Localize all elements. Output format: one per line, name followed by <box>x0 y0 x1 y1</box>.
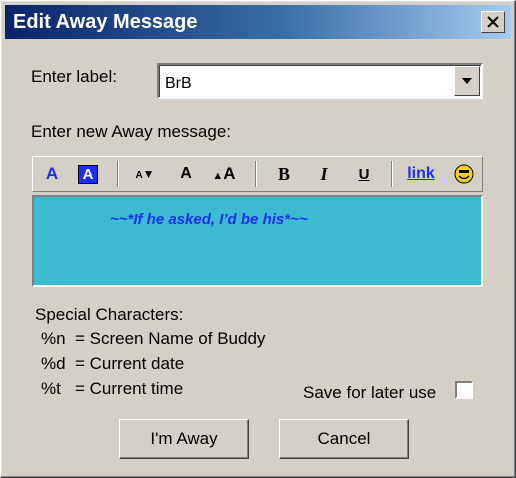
cancel-label: Cancel <box>317 429 371 448</box>
underline-button[interactable]: U <box>351 161 377 187</box>
message-editor[interactable]: ~~*If he asked, I’d be his*~~ <box>32 195 483 287</box>
decrease-font-icon: A▼ <box>135 167 155 181</box>
label-combobox-value: BrB <box>165 75 192 92</box>
increase-font-icon: ▲A <box>212 164 236 183</box>
window-title: Edit Away Message <box>13 11 198 33</box>
format-toolbar: A A A▼ A ▲A B I U link <box>32 156 483 192</box>
toolbar-separator <box>391 161 393 187</box>
special-char-code: %n <box>41 329 66 348</box>
toolbar-separator <box>255 161 257 187</box>
smiley-button[interactable] <box>451 161 477 187</box>
title-bar[interactable]: Edit Away Message <box>5 5 511 39</box>
special-char-desc: = Screen Name of Buddy <box>75 329 266 348</box>
chevron-down-icon <box>462 78 472 84</box>
special-char-code: %d <box>41 354 66 373</box>
italic-button[interactable]: I <box>311 161 337 187</box>
label-combobox[interactable]: BrB <box>157 63 483 99</box>
bold-button[interactable]: B <box>271 161 297 187</box>
close-button[interactable] <box>481 11 505 33</box>
decrease-font-button[interactable]: A▼ <box>129 161 161 187</box>
label-field-label: Enter label: <box>31 67 117 86</box>
message-label: Enter new Away message: <box>31 122 232 141</box>
dialog-window: Edit Away Message Enter label: BrB Enter… <box>0 0 516 478</box>
text-color-button[interactable]: A <box>39 161 65 187</box>
im-away-label: I'm Away <box>150 429 218 448</box>
background-color-icon: A <box>77 164 99 184</box>
bold-icon: B <box>277 163 290 184</box>
im-away-button[interactable]: I'm Away <box>119 419 249 459</box>
increase-font-button[interactable]: ▲A <box>207 161 241 187</box>
cancel-button[interactable]: Cancel <box>279 419 409 459</box>
save-for-later-checkbox[interactable] <box>455 381 473 399</box>
text-color-icon: A <box>45 164 59 183</box>
message-text: ~~*If he asked, I’d be his*~~ <box>110 211 308 228</box>
italic-icon: I <box>320 163 328 184</box>
normal-font-button[interactable]: A <box>173 161 199 187</box>
special-chars-heading: Special Characters: <box>35 305 184 324</box>
background-color-button[interactable]: A <box>75 161 101 187</box>
special-char-desc: = Current time <box>75 379 184 398</box>
special-char-desc: = Current date <box>75 354 185 373</box>
close-icon <box>487 16 499 28</box>
smiley-icon <box>454 164 474 184</box>
link-icon: link <box>407 165 435 182</box>
dropdown-button[interactable] <box>454 66 480 96</box>
toolbar-separator <box>117 161 119 187</box>
save-for-later-label: Save for later use <box>303 383 437 402</box>
underline-icon: U <box>358 165 370 183</box>
link-button[interactable]: link <box>403 161 439 187</box>
special-char-code: %t <box>41 379 61 398</box>
normal-font-icon: A <box>180 165 192 182</box>
